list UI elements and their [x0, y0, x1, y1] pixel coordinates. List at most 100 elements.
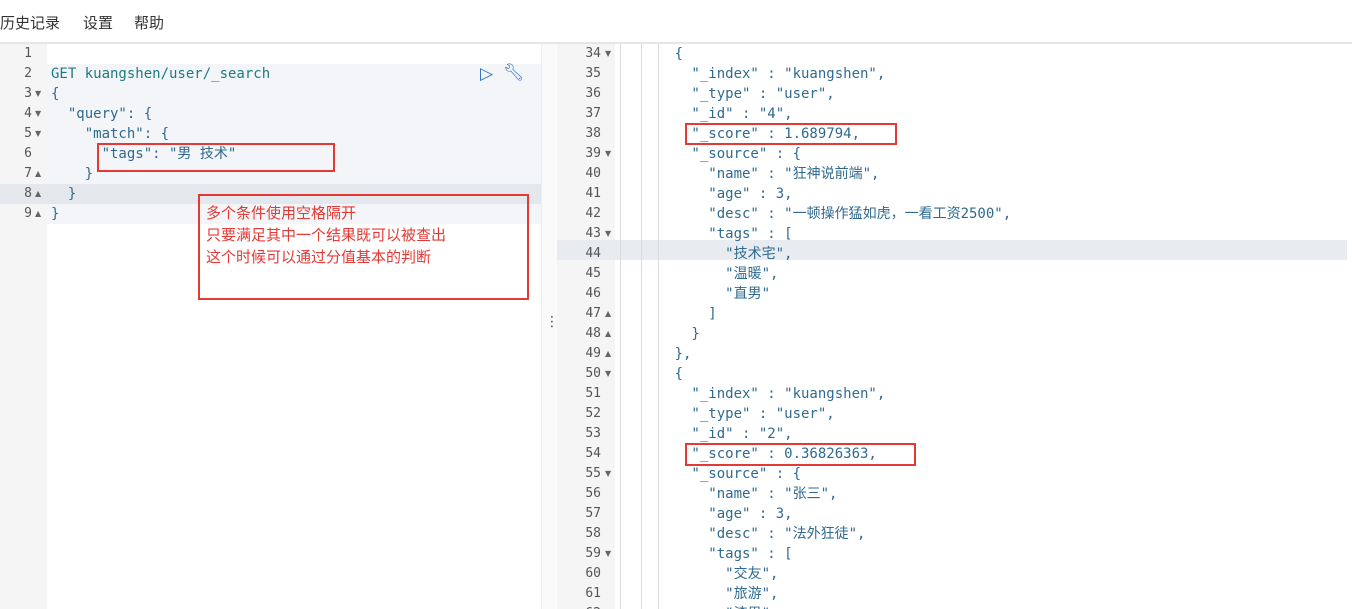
code-line: ]: [624, 306, 717, 322]
line-number: 42: [585, 206, 601, 221]
code-line: "match": {: [51, 126, 170, 142]
line-number: 49: [585, 346, 601, 361]
line-number: 38: [585, 126, 601, 141]
code-line: "_index" : "kuangshen",: [624, 386, 886, 402]
line-number: 9: [24, 206, 32, 221]
code-line: "_type" : "user",: [624, 406, 835, 422]
line-number: 8: [24, 186, 32, 201]
code-line: "_index" : "kuangshen",: [624, 66, 886, 82]
line-number: 48: [585, 326, 601, 341]
code-line: {: [51, 86, 60, 102]
line-number: 58: [585, 526, 601, 541]
fold-expand-icon[interactable]: ▲: [35, 204, 41, 224]
line-number: 41: [585, 186, 601, 201]
line-number: 57: [585, 506, 601, 521]
code-line: "_id" : "2",: [624, 426, 793, 442]
line-number: 3: [24, 86, 32, 101]
code-line: }: [624, 326, 700, 342]
line-number: 53: [585, 426, 601, 441]
line-number: 56: [585, 486, 601, 501]
line-number: 35: [585, 66, 601, 81]
fold-expand-icon[interactable]: ▲: [605, 304, 611, 324]
line-number: 54: [585, 446, 601, 461]
line-number: 47: [585, 306, 601, 321]
fold-expand-icon[interactable]: ▲: [35, 184, 41, 204]
menu-bar: 历史记录 设置 帮助: [0, 0, 1352, 44]
line-number: 44: [585, 246, 601, 261]
annotation-line: 这个时候可以通过分值基本的判断: [206, 248, 432, 266]
annotation-line: 只要满足其中一个结果既可以被查出: [206, 226, 447, 244]
code-line: "交友",: [624, 566, 779, 582]
indent-guide: [620, 44, 621, 609]
code-line: "直男": [624, 286, 771, 302]
code-line: "tags" : [: [624, 546, 793, 562]
line-number: 45: [585, 266, 601, 281]
line-number: 46: [585, 286, 601, 301]
code-line: }: [51, 186, 77, 202]
code-line: "_source" : {: [624, 466, 802, 482]
code-line: "tags" : [: [624, 226, 793, 242]
annotation-box: 多个条件使用空格隔开 只要满足其中一个结果既可以被查出 这个时候可以通过分值基本…: [198, 194, 529, 300]
highlight-box-tags: [97, 143, 335, 172]
code-line: GET kuangshen/user/_search: [51, 66, 271, 82]
code-line: "name" : "狂神说前端",: [624, 166, 880, 182]
code-line: "age" : 3,: [624, 186, 793, 202]
fold-collapse-icon[interactable]: ▼: [605, 144, 611, 164]
line-number: 34: [585, 46, 601, 61]
line-number: 2: [24, 66, 32, 81]
line-number: 5: [24, 126, 32, 141]
annotation-line: 多个条件使用空格隔开: [206, 204, 357, 222]
line-number: 43: [585, 226, 601, 241]
line-number: 40: [585, 166, 601, 181]
menu-help[interactable]: 帮助: [134, 12, 164, 33]
line-number: 50: [585, 366, 601, 381]
line-number: 55: [585, 466, 601, 481]
code-line: "旅游",: [624, 586, 779, 602]
code-line: }: [51, 166, 94, 182]
code-line: "技术宅",: [624, 246, 793, 262]
fold-collapse-icon[interactable]: ▼: [605, 364, 611, 384]
response-viewer[interactable]: 34 ▼ {35 "_index" : "kuangshen", 36 "_type…: [557, 44, 1352, 609]
code-line: },: [624, 346, 692, 362]
line-number: 60: [585, 566, 601, 581]
fold-collapse-icon[interactable]: ▼: [35, 104, 41, 124]
code-line: "query": {: [51, 106, 153, 122]
code-line: {: [624, 366, 684, 382]
code-line: "desc" : "法外狂徒",: [624, 526, 866, 542]
line-number: 6: [24, 146, 32, 161]
line-number: 4: [24, 106, 32, 121]
line-number: 51: [585, 386, 601, 401]
code-line: "_type" : "user",: [624, 86, 835, 102]
highlight-box-score-1: [685, 123, 897, 145]
code-line: "age" : 3,: [624, 506, 793, 522]
code-line: "_source" : {: [624, 146, 802, 162]
fold-expand-icon[interactable]: ▲: [605, 324, 611, 344]
fold-collapse-icon[interactable]: ▼: [35, 84, 41, 104]
wrench-icon[interactable]: 🔧︎: [503, 63, 525, 83]
code-line: "name" : "张三",: [624, 486, 838, 502]
line-number: 7: [24, 166, 32, 181]
code-line: {: [624, 46, 684, 62]
request-editor[interactable]: 1 2 GET kuangshen/user/_search 3 ▼{4 ▼ "query…: [0, 44, 541, 609]
menu-history[interactable]: 历史记录: [0, 12, 60, 33]
line-number: 36: [585, 86, 601, 101]
line-number: 52: [585, 406, 601, 421]
fold-collapse-icon[interactable]: ▼: [605, 44, 611, 64]
code-line: "温暖",: [624, 266, 779, 282]
menu-settings[interactable]: 设置: [83, 12, 113, 33]
line-number: 59: [585, 546, 601, 561]
play-icon[interactable]: ▷: [480, 64, 493, 84]
line-number: 37: [585, 106, 601, 121]
fold-collapse-icon[interactable]: ▼: [605, 464, 611, 484]
fold-collapse-icon[interactable]: ▼: [605, 544, 611, 564]
code-line: "_id" : "4",: [624, 106, 793, 122]
code-line: "渣男": [624, 604, 770, 609]
code-line: "desc" : "一顿操作猛如虎，一看工资2500",: [624, 206, 1012, 222]
line-number: 39: [585, 146, 601, 161]
fold-collapse-icon[interactable]: ▼: [35, 124, 41, 144]
fold-expand-icon[interactable]: ▲: [605, 344, 611, 364]
code-line: }: [51, 206, 60, 222]
fold-collapse-icon[interactable]: ▼: [605, 224, 611, 244]
fold-expand-icon[interactable]: ▲: [35, 164, 41, 184]
line-number: 61: [585, 586, 601, 601]
